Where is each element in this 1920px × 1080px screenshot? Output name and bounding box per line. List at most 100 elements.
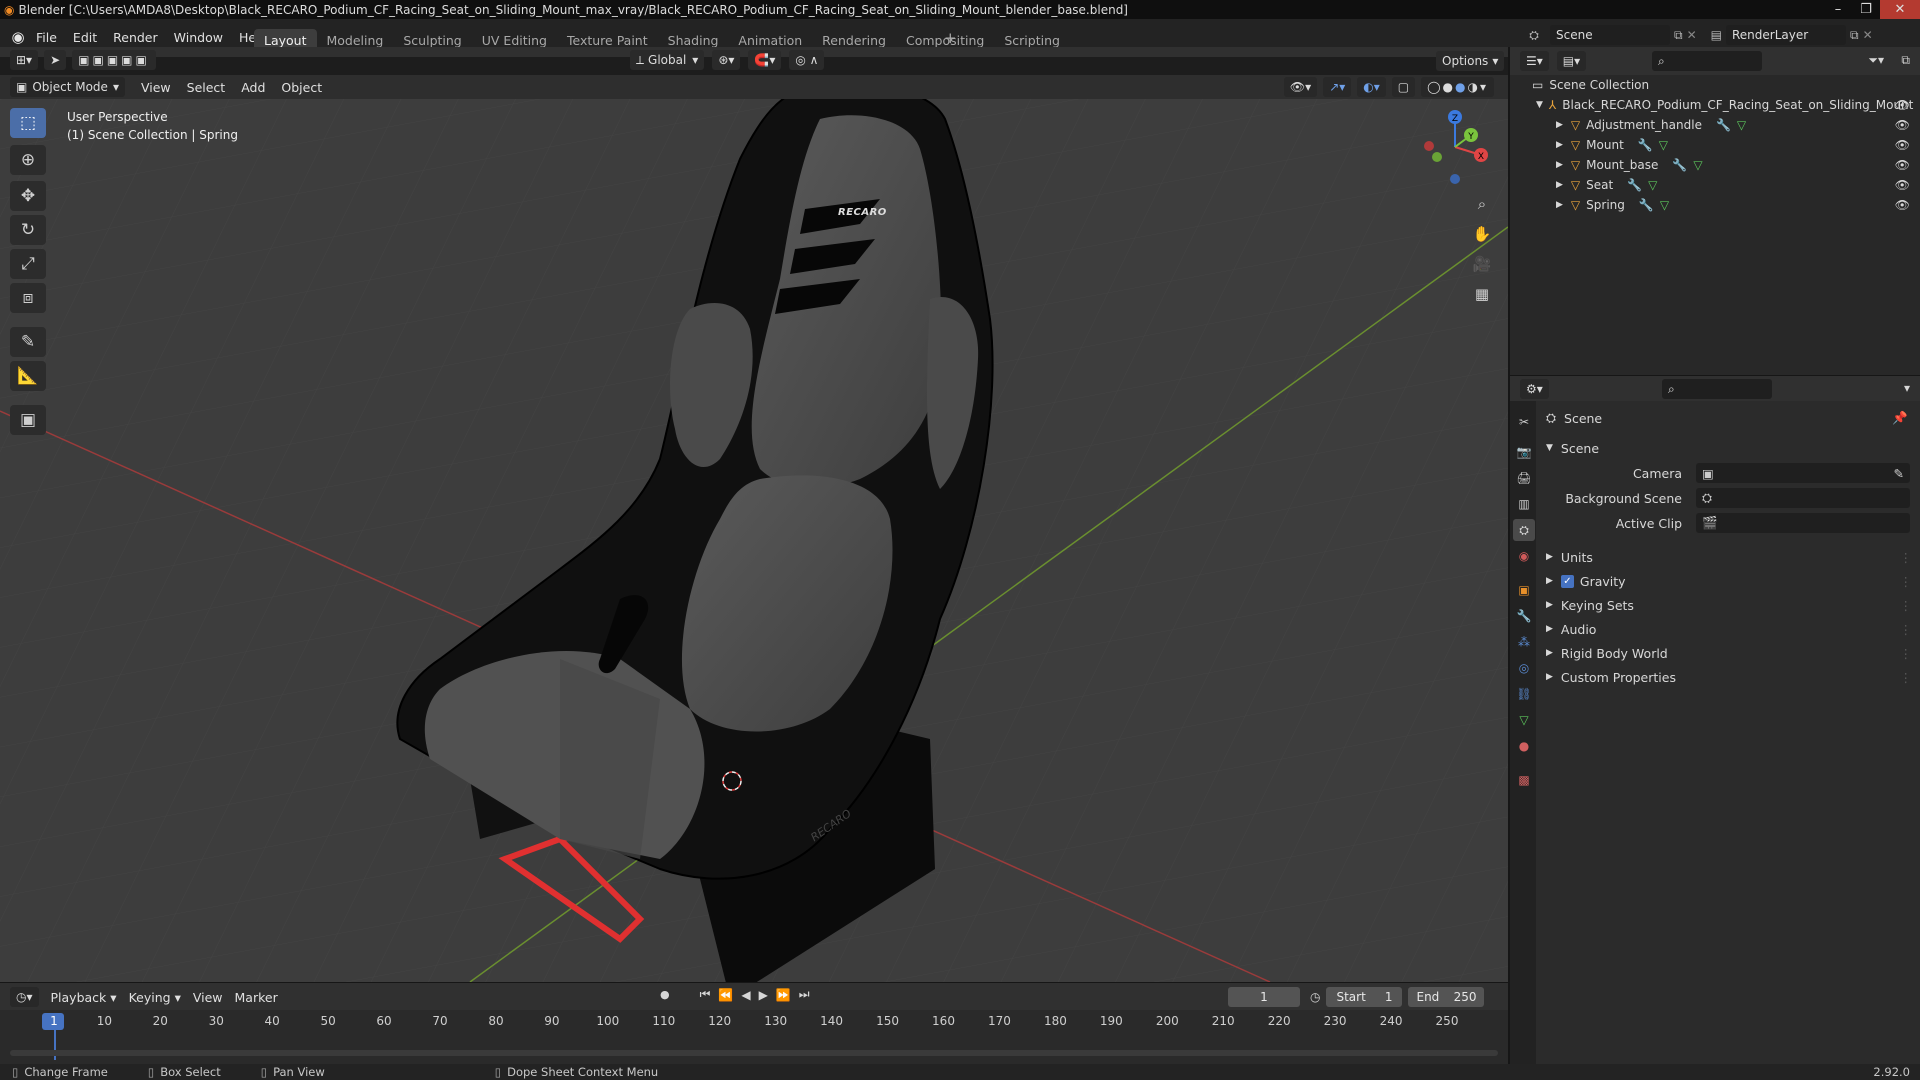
rotate-tool[interactable]: ↻: [10, 215, 46, 245]
pivot-dropdown[interactable]: ⊛▾: [712, 50, 741, 70]
eye-icon[interactable]: 👁: [1895, 158, 1910, 172]
constraints-tab-icon[interactable]: ⛓: [1513, 683, 1535, 705]
property-section-header[interactable]: ▶ Keying Sets ⋮: [1536, 594, 1920, 616]
current-frame-field[interactable]: 1: [1228, 987, 1300, 1007]
zoom-icon[interactable]: ⌕: [1469, 191, 1495, 217]
jump-start-icon[interactable]: ⏮: [700, 987, 711, 1002]
pan-hand-icon[interactable]: ✋: [1469, 221, 1495, 247]
end-frame-field[interactable]: End 250: [1408, 987, 1485, 1007]
add-workspace-icon[interactable]: +: [944, 29, 957, 47]
property-section-header[interactable]: ▶ Units ⋮: [1536, 546, 1920, 568]
scene-icon[interactable]: ⛭: [1522, 28, 1546, 43]
eyedropper-icon[interactable]: ✎: [1894, 466, 1904, 481]
drag-handle-icon[interactable]: ⋮: [1900, 622, 1913, 637]
jump-end-icon[interactable]: ⏭: [799, 987, 810, 1002]
eye-icon[interactable]: 👁: [1895, 178, 1910, 192]
mesh-data-icon[interactable]: ▽: [1693, 158, 1702, 172]
outliner-object-row[interactable]: ▶ ▽ Mount 🔧 ▽ 👁: [1510, 135, 1920, 155]
outliner-collection-row[interactable]: ▼ ⅄ Black_RECARO_Podium_CF_Racing_Seat_o…: [1510, 95, 1920, 115]
maximize-button[interactable]: ❐: [1852, 0, 1880, 19]
drag-handle-icon[interactable]: ⋮: [1900, 598, 1913, 613]
outliner-search-input[interactable]: ⌕: [1652, 51, 1762, 71]
property-field-input[interactable]: ⛭: [1696, 488, 1910, 508]
ortho-grid-icon[interactable]: ▦: [1469, 281, 1495, 307]
eye-icon[interactable]: 👁: [1895, 138, 1910, 152]
cursor-tool[interactable]: ⊕: [10, 145, 46, 175]
delete-scene-icon[interactable]: ✕: [1687, 28, 1697, 42]
renderlayer-icon[interactable]: ▤: [1711, 28, 1722, 42]
properties-editor-type[interactable]: ⚙▾: [1520, 379, 1549, 399]
mesh-data-icon[interactable]: ▽: [1648, 178, 1657, 192]
modifier-icon[interactable]: 🔧: [1639, 198, 1654, 212]
renderlayer-selector[interactable]: RenderLayer: [1725, 25, 1846, 45]
minimize-button[interactable]: –: [1824, 0, 1852, 19]
property-section-header[interactable]: ▶ ✓ Gravity ⋮: [1536, 570, 1920, 592]
timeline-scrollbar[interactable]: [10, 1050, 1498, 1056]
eye-icon[interactable]: 👁: [1895, 98, 1910, 112]
outliner-root-row[interactable]: ▭ Scene Collection: [1510, 75, 1920, 95]
chevron-down-icon[interactable]: ▾: [1904, 381, 1910, 395]
drag-handle-icon[interactable]: ⋮: [1900, 646, 1913, 661]
chevron-right-icon[interactable]: ▶: [1556, 160, 1563, 170]
timeline-menu-playback[interactable]: Playback ▾: [45, 987, 123, 1007]
output-tab-icon[interactable]: 🖨: [1513, 467, 1535, 489]
outliner-object-row[interactable]: ▶ ▽ Seat 🔧 ▽ 👁: [1510, 175, 1920, 195]
chevron-right-icon[interactable]: ▶: [1556, 200, 1563, 210]
display-mode-icon[interactable]: ▤▾: [1556, 51, 1587, 71]
prev-keyframe-icon[interactable]: ⏪: [718, 988, 733, 1002]
close-button[interactable]: ✕: [1880, 0, 1920, 19]
measure-tool[interactable]: 📐: [10, 361, 46, 391]
scale-tool[interactable]: ⤢: [10, 249, 46, 279]
filter-icon[interactable]: ⏷▾: [1868, 53, 1884, 68]
navigation-gizmo[interactable]: Z X Y: [1415, 109, 1495, 189]
mesh-data-icon[interactable]: ▽: [1660, 198, 1669, 212]
view-layer-tab-icon[interactable]: ▥: [1513, 493, 1535, 515]
viewport-menu-view[interactable]: View: [133, 75, 179, 99]
timeline-editor-type[interactable]: ◷▾: [10, 987, 39, 1007]
transform-tool[interactable]: ⧈: [10, 283, 46, 313]
tool-tab-icon[interactable]: ✂: [1513, 411, 1535, 433]
drag-handle-icon[interactable]: ⋮: [1900, 550, 1913, 565]
checkbox-checked-icon[interactable]: ✓: [1560, 574, 1574, 588]
property-field-input[interactable]: 🎬: [1696, 513, 1910, 533]
properties-search-input[interactable]: ⌕: [1662, 379, 1772, 399]
render-tab-icon[interactable]: 📷: [1513, 441, 1535, 463]
next-keyframe-icon[interactable]: ⏩: [776, 988, 791, 1002]
timeline-menu-keying[interactable]: Keying ▾: [123, 987, 187, 1007]
3d-viewport[interactable]: RECARO RECARO User Perspective (1) Scene…: [0, 99, 1508, 982]
chevron-down-icon[interactable]: ▼: [1536, 100, 1543, 110]
overlay-toggle-icon[interactable]: ◐▾: [1357, 77, 1386, 97]
viewport-menu-select[interactable]: Select: [179, 75, 234, 99]
chevron-right-icon[interactable]: ▶: [1556, 120, 1563, 130]
eye-icon[interactable]: 👁: [1895, 198, 1910, 212]
timeline-menu-view[interactable]: View: [187, 987, 229, 1007]
outliner-object-row[interactable]: ▶ ▽ Mount_base 🔧 ▽ 👁: [1510, 155, 1920, 175]
property-section-header[interactable]: ▶ Audio ⋮: [1536, 618, 1920, 640]
annotate-tool[interactable]: ✎: [10, 327, 46, 357]
snap-toggle[interactable]: 🧲▾: [748, 50, 782, 70]
physics-tab-icon[interactable]: ◎: [1513, 657, 1535, 679]
xray-toggle-icon[interactable]: ▢: [1391, 77, 1416, 97]
shading-modes[interactable]: ◯● ● ◑▾: [1421, 77, 1494, 97]
frame-ruler[interactable]: 1 10 20 30 40 50 60 70 80 90 100 110 120 130 140 150 160…: [0, 1010, 1508, 1032]
modifier-icon[interactable]: 🔧: [1627, 178, 1642, 192]
outliner-editor-type[interactable]: ☰▾: [1520, 51, 1549, 71]
modifier-icon[interactable]: 🔧: [1638, 138, 1653, 152]
pin-icon[interactable]: 📌: [1892, 410, 1908, 426]
move-tool[interactable]: ✥: [10, 181, 46, 211]
eye-icon[interactable]: 👁: [1895, 118, 1910, 132]
mesh-data-icon[interactable]: ▽: [1737, 118, 1746, 132]
new-collection-icon[interactable]: ⧉: [1901, 53, 1910, 68]
proportional-edit-toggle[interactable]: ◎ ∧: [789, 50, 825, 70]
modifier-icon[interactable]: 🔧: [1672, 158, 1687, 172]
chevron-right-icon[interactable]: ▶: [1556, 180, 1563, 190]
gizmo-toggle-icon[interactable]: ↗▾: [1323, 77, 1352, 97]
data-tab-icon[interactable]: ▽: [1513, 709, 1535, 731]
visibility-icon[interactable]: 👁▾: [1283, 77, 1318, 97]
play-icon[interactable]: ▶: [759, 988, 768, 1002]
outliner-object-row[interactable]: ▶ ▽ Spring 🔧 ▽ 👁: [1510, 195, 1920, 215]
mesh-data-icon[interactable]: ▽: [1659, 138, 1668, 152]
select-box-tool[interactable]: ⬚: [10, 108, 46, 138]
material-tab-icon[interactable]: ●: [1513, 735, 1535, 757]
timeline-menu-marker[interactable]: Marker: [229, 987, 284, 1007]
